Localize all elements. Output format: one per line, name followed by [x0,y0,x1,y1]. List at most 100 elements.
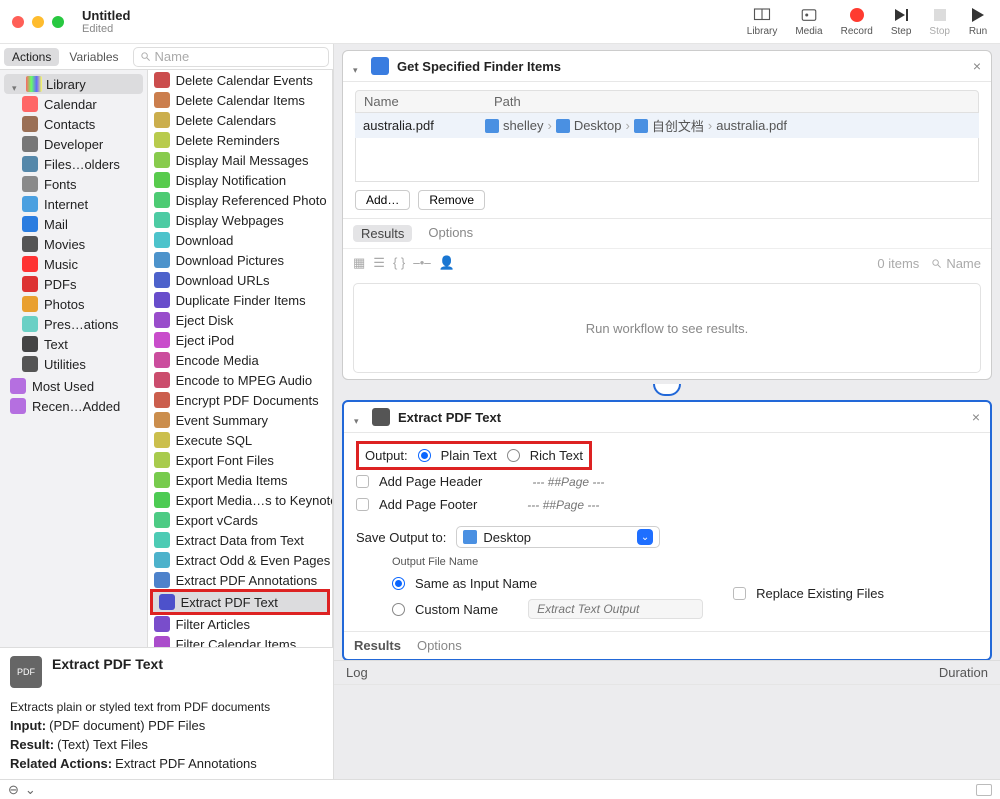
action-item[interactable]: Delete Calendar Items [148,90,332,110]
library-button[interactable]: Library [747,6,778,37]
action-item[interactable]: Delete Calendars [148,110,332,130]
checkbox-add-footer[interactable] [356,498,369,511]
checkbox-add-header[interactable] [356,475,369,488]
media-button[interactable]: Media [795,6,822,37]
action-item[interactable]: Execute SQL [148,430,332,450]
action-icon [154,616,170,632]
category-icon [22,316,38,332]
action-item[interactable]: Event Summary [148,410,332,430]
category-icon [22,196,38,212]
close-icon[interactable]: × [973,58,981,74]
search-input[interactable]: Name [133,47,330,67]
table-row[interactable]: australia.pdf shelley› Desktop› 自创文档› au… [355,113,979,138]
zoom-icon[interactable] [52,16,64,28]
sidebar-item[interactable]: Utilities [0,354,147,374]
action-item[interactable]: Duplicate Finder Items [148,290,332,310]
person-icon[interactable]: 👤 [439,255,455,271]
action-item[interactable]: Encode to MPEG Audio [148,370,332,390]
action-item[interactable]: Export Media Items [148,470,332,490]
run-button[interactable]: Run [968,6,988,37]
radio-plain-text[interactable] [418,449,431,462]
sidebar-item[interactable]: Pres…ations [0,314,147,334]
sidebar-item[interactable]: Calendar [0,94,147,114]
tab-options[interactable]: Options [417,638,462,653]
bottom-pane-icon[interactable] [976,784,992,796]
action-item[interactable]: Extract PDF Annotations [148,570,332,590]
minus-icon[interactable]: ⊖ [8,782,19,798]
tab-options[interactable]: Options [428,225,473,242]
sidebar-item[interactable]: Developer [0,134,147,154]
close-icon[interactable]: × [972,409,980,425]
action-item[interactable]: Export Media…s to Keynote [148,490,332,510]
action-icon [154,532,170,548]
action-item[interactable]: Delete Calendar Events [148,70,332,90]
checkbox-replace-existing[interactable] [733,587,746,600]
action-item[interactable]: Delete Reminders [148,130,332,150]
close-icon[interactable] [12,16,24,28]
step-button[interactable]: Step [891,6,912,37]
add-button[interactable]: Add… [355,190,410,210]
action-item[interactable]: Display Mail Messages [148,150,332,170]
sidebar-item[interactable]: Internet [0,194,147,214]
action-item[interactable]: Download URLs [148,270,332,290]
action-item[interactable]: Extract Data from Text [148,530,332,550]
custom-name-field[interactable] [528,599,703,619]
sidebar-item[interactable]: Music [0,254,147,274]
action-item[interactable]: Export vCards [148,510,332,530]
sidebar-item[interactable]: Movies [0,234,147,254]
chevron-down-icon[interactable]: ⌄ [25,782,36,798]
action-item[interactable]: Encrypt PDF Documents [148,390,332,410]
action-icon [154,252,170,268]
action-item[interactable]: Display Webpages [148,210,332,230]
finder-icon [371,57,389,75]
action-item[interactable]: Eject Disk [148,310,332,330]
sidebar-item[interactable]: Fonts [0,174,147,194]
tab-actions[interactable]: Actions [4,48,59,66]
library-header[interactable]: Library [4,74,143,94]
action-item[interactable]: Encode Media [148,350,332,370]
minimize-icon[interactable] [32,16,44,28]
action-icon [154,452,170,468]
sidebar-item[interactable]: Recen…Added [0,396,147,416]
remove-button[interactable]: Remove [418,190,485,210]
action-item[interactable]: Extract PDF Text [150,589,330,615]
sidebar-item[interactable]: Most Used [0,376,147,396]
action-item[interactable]: Download Pictures [148,250,332,270]
sidebar-item[interactable]: Files…olders [0,154,147,174]
radio-custom-name[interactable] [392,603,405,616]
library-icon [26,76,42,92]
category-icon [22,296,38,312]
record-button[interactable]: Record [841,6,873,37]
tab-variables[interactable]: Variables [61,48,126,66]
grid-view-icon[interactable]: ▦ [353,255,365,271]
action-item[interactable]: Download [148,230,332,250]
list-view-icon[interactable]: ☰ [373,255,385,271]
action-item[interactable]: Extract Odd & Even Pages [148,550,332,570]
stop-button[interactable]: Stop [929,6,950,37]
sidebar-item[interactable]: Photos [0,294,147,314]
sidebar-item[interactable]: Mail [0,214,147,234]
slider-icon[interactable]: ⎯•⎯ [413,255,431,271]
sidebar-item[interactable]: PDFs [0,274,147,294]
action-item[interactable]: Filter Articles [148,614,332,634]
radio-same-name[interactable] [392,577,405,590]
chevron-down-icon[interactable] [353,61,363,71]
sidebar-item[interactable]: Text [0,334,147,354]
action-item[interactable]: Display Notification [148,170,332,190]
action-item[interactable]: Filter Calendar Items [148,634,332,647]
radio-rich-text[interactable] [507,449,520,462]
chevron-down-icon[interactable] [354,412,364,422]
action-item[interactable]: Export Font Files [148,450,332,470]
tab-results[interactable]: Results [353,225,412,242]
actions-list[interactable]: Delete Calendar EventsDelete Calendar It… [148,70,333,647]
search-icon [931,258,942,269]
sidebar-item[interactable]: Contacts [0,114,147,134]
action-item[interactable]: Eject iPod [148,330,332,350]
braces-icon[interactable]: { } [393,255,405,271]
action-icon [154,372,170,388]
header-field[interactable] [532,475,689,489]
save-location-popup[interactable]: Desktop ⌄ [456,526,660,548]
tab-results[interactable]: Results [354,638,401,653]
footer-field[interactable] [527,498,684,512]
action-item[interactable]: Display Referenced Photo [148,190,332,210]
